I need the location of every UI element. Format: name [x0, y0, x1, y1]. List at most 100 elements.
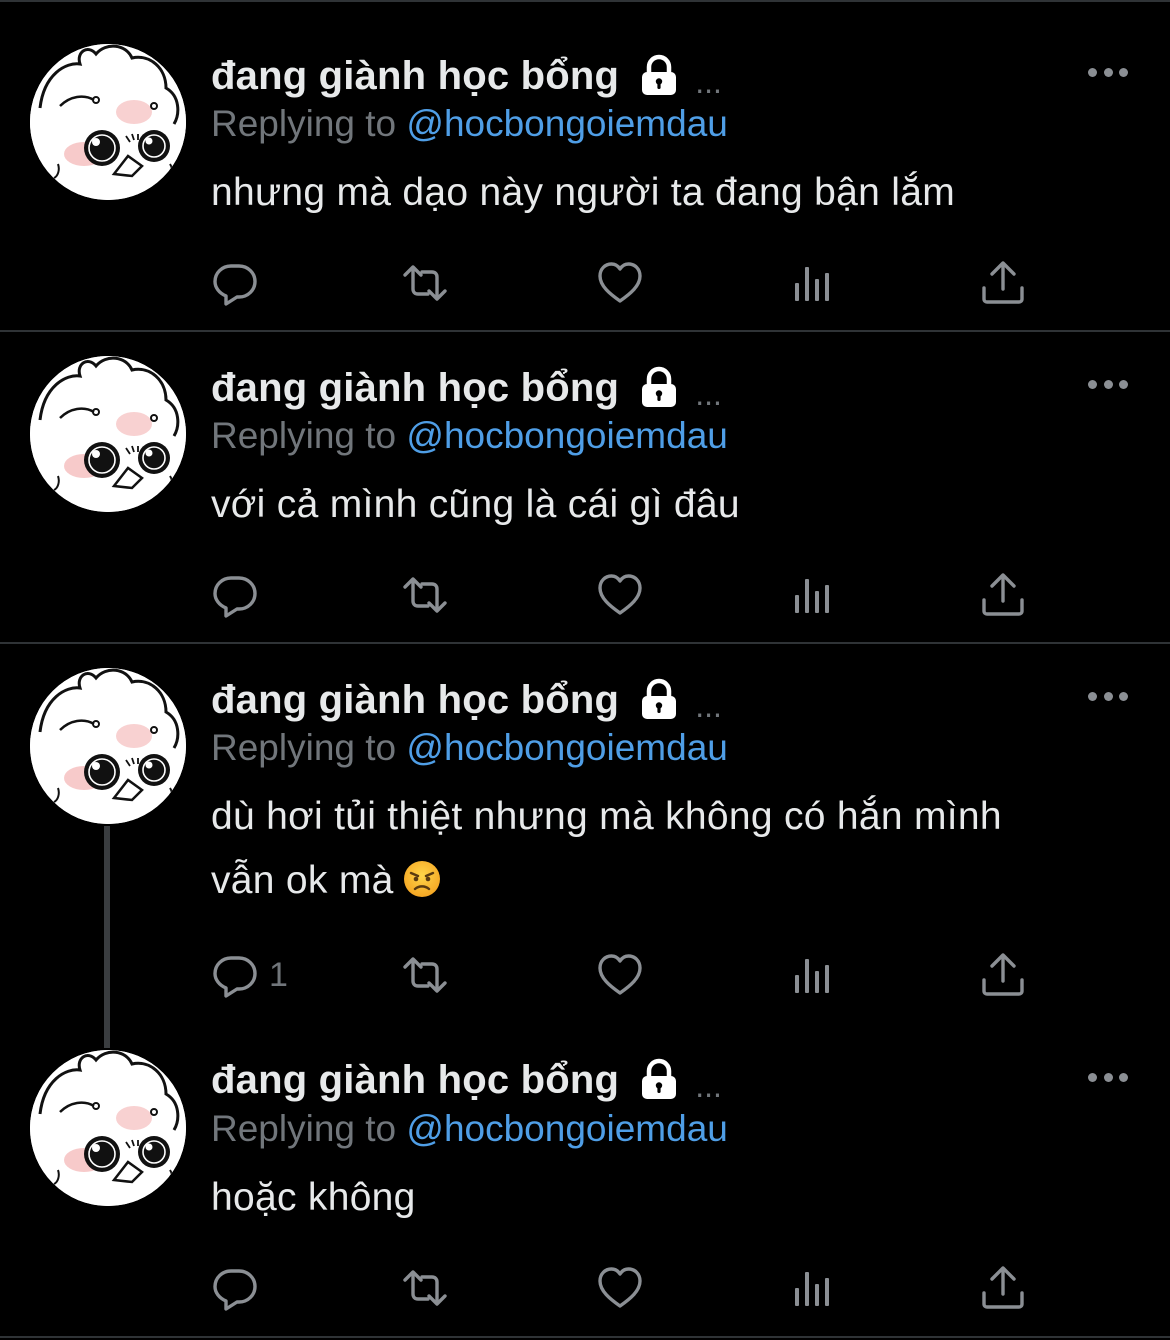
avatar-image [30, 1050, 186, 1206]
replying-to: Replying to @hocbongoiemdau [211, 415, 728, 457]
share-button[interactable] [979, 258, 1027, 308]
tweet-header: đang giành học bổng ... [211, 1054, 722, 1106]
reply-handle-link[interactable]: @hocbongoiemdau [406, 1108, 727, 1149]
author-name[interactable]: đang giành học bổng [211, 1058, 619, 1103]
reply-handle-link[interactable]: @hocbongoiemdau [406, 727, 727, 768]
like-button[interactable] [596, 1263, 644, 1313]
replying-to: Replying to @hocbongoiemdau [211, 1108, 728, 1150]
tweet[interactable]: đang giành học bổng ... Replying to @hoc… [0, 0, 1170, 330]
tweet-text: hoặc không [211, 1166, 416, 1230]
like-button[interactable] [596, 258, 644, 308]
reply-button[interactable] [211, 258, 269, 308]
retweet-button[interactable] [401, 258, 449, 308]
more-icon[interactable] [1088, 377, 1128, 391]
share-button[interactable] [979, 1263, 1027, 1313]
tweet-text: với cả mình cũng là cái gì đâu [211, 473, 740, 537]
retweet-icon [401, 951, 449, 999]
views-button[interactable] [789, 570, 837, 620]
share-icon [979, 951, 1027, 999]
author-name[interactable]: đang giành học bổng [211, 678, 619, 723]
avatar-image [30, 668, 186, 824]
views-icon [789, 259, 837, 307]
avatar[interactable] [30, 356, 186, 512]
more-icon[interactable] [1088, 689, 1128, 703]
lock-icon [637, 1058, 681, 1102]
author-name[interactable]: đang giành học bổng [211, 54, 619, 99]
reply-icon [211, 951, 259, 999]
truncated-handle: ... [695, 63, 722, 100]
avatar[interactable] [30, 1050, 186, 1206]
share-icon [979, 259, 1027, 307]
tweet[interactable]: đang giành học bổng ... Replying to @hoc… [0, 1024, 1170, 1340]
lock-icon [637, 678, 681, 722]
retweet-button[interactable] [401, 570, 449, 620]
truncated-handle: ... [695, 687, 722, 724]
angry-face-emoji [402, 855, 442, 897]
truncated-handle: ... [695, 375, 722, 412]
divider [0, 1336, 1170, 1338]
reply-button[interactable]: 1 [211, 950, 288, 1000]
action-bar [211, 570, 1041, 620]
tweet-header: đang giành học bổng ... [211, 50, 722, 102]
author-name[interactable]: đang giành học bổng [211, 366, 619, 411]
tweet[interactable]: đang giành học bổng ... Replying to @hoc… [0, 644, 1170, 1024]
tweet-text-segment: vẫn ok mà [211, 859, 394, 902]
lock-icon [637, 54, 681, 98]
action-bar [211, 1263, 1041, 1313]
heart-icon [596, 1264, 644, 1312]
more-icon[interactable] [1088, 1070, 1128, 1084]
heart-icon [596, 259, 644, 307]
views-button[interactable] [789, 1263, 837, 1313]
replying-to: Replying to @hocbongoiemdau [211, 103, 728, 145]
views-button[interactable] [789, 258, 837, 308]
replying-prefix: Replying to [211, 727, 397, 768]
share-icon [979, 571, 1027, 619]
tweet-text-line: dù hơi tủi thiệt nhưng mà không có hắn m… [211, 795, 1002, 838]
action-bar [211, 258, 1041, 308]
views-icon [789, 571, 837, 619]
tweet-text-line: vẫn ok mà [211, 849, 1002, 913]
retweet-button[interactable] [401, 950, 449, 1000]
views-icon [789, 951, 837, 999]
tweet-text: dù hơi tủi thiệt nhưng mà không có hắn m… [211, 785, 1002, 913]
retweet-icon [401, 571, 449, 619]
share-button[interactable] [979, 570, 1027, 620]
views-button[interactable] [789, 950, 837, 1000]
retweet-icon [401, 259, 449, 307]
tweet-text: nhưng mà dạo này người ta đang bận lắm [211, 161, 955, 225]
lock-icon [637, 366, 681, 410]
replying-to: Replying to @hocbongoiemdau [211, 727, 728, 769]
heart-icon [596, 951, 644, 999]
replying-prefix: Replying to [211, 1108, 397, 1149]
reply-handle-link[interactable]: @hocbongoiemdau [406, 103, 727, 144]
heart-icon [596, 571, 644, 619]
tweet-text-line: hoặc không [211, 1176, 416, 1219]
reply-count: 1 [269, 955, 288, 994]
like-button[interactable] [596, 950, 644, 1000]
more-icon[interactable] [1088, 65, 1128, 79]
tweet[interactable]: đang giành học bổng ... Replying to @hoc… [0, 332, 1170, 642]
tweet-text-line: với cả mình cũng là cái gì đâu [211, 483, 740, 526]
reply-icon [211, 1264, 259, 1312]
like-button[interactable] [596, 570, 644, 620]
tweet-header: đang giành học bổng ... [211, 362, 722, 414]
truncated-handle: ... [695, 1067, 722, 1104]
replying-prefix: Replying to [211, 415, 397, 456]
reply-button[interactable] [211, 570, 269, 620]
replying-prefix: Replying to [211, 103, 397, 144]
avatar[interactable] [30, 668, 186, 824]
avatar-image [30, 44, 186, 200]
reply-handle-link[interactable]: @hocbongoiemdau [406, 415, 727, 456]
retweet-button[interactable] [401, 1263, 449, 1313]
tweet-header: đang giành học bổng ... [211, 674, 722, 726]
reply-button[interactable] [211, 1263, 269, 1313]
avatar[interactable] [30, 44, 186, 200]
share-icon [979, 1264, 1027, 1312]
tweet-text-line: nhưng mà dạo này người ta đang bận lắm [211, 171, 956, 214]
reply-icon [211, 259, 259, 307]
action-bar: 1 [211, 950, 1041, 1000]
timeline-feed: đang giành học bổng ... Replying to @hoc… [0, 0, 1170, 1340]
share-button[interactable] [979, 950, 1027, 1000]
retweet-icon [401, 1264, 449, 1312]
reply-icon [211, 571, 259, 619]
